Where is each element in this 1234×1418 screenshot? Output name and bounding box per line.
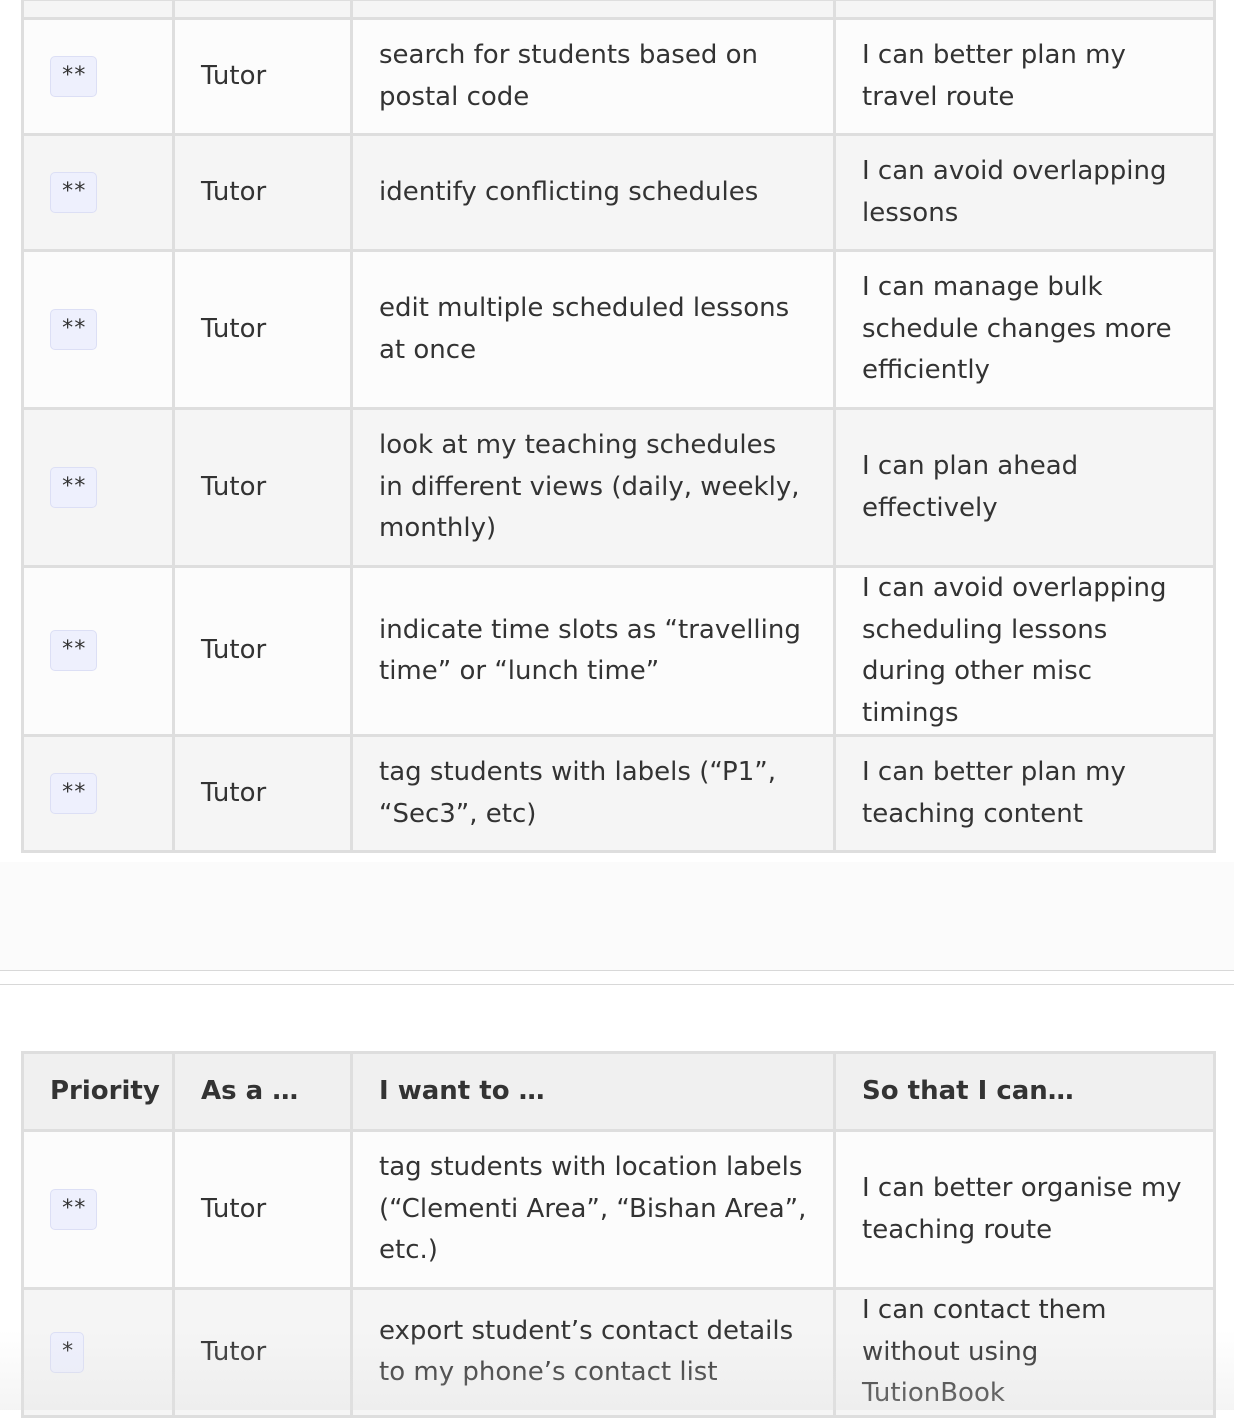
priority-cell: **	[21, 1129, 175, 1290]
benefit-cell: I can avoid overlapping lessons	[833, 133, 1216, 252]
table-row: ** Tutor tag students with location labe…	[21, 1129, 1216, 1290]
want-cell: search for students based on postal code	[350, 17, 836, 136]
header-role: As a …	[172, 1051, 353, 1132]
priority-cell: **	[21, 407, 175, 568]
table-row-partial	[21, 0, 1216, 20]
table-row: ** Tutor search for students based on po…	[21, 17, 1216, 136]
table-row: * Tutor export student’s contact details…	[21, 1287, 1216, 1418]
table-header-row: Priority As a … I want to … So that I ca…	[21, 1051, 1216, 1132]
priority-badge: **	[50, 171, 97, 213]
priority-cell: **	[21, 17, 175, 136]
want-cell: tag students with location labels (“Clem…	[350, 1129, 836, 1290]
benefit-cell: I can contact them without using TutionB…	[833, 1287, 1216, 1418]
user-stories-table: Priority As a … I want to … So that I ca…	[21, 1051, 1216, 1418]
want-cell: tag students with labels (“P1”, “Sec3”, …	[350, 734, 836, 853]
horizontal-rule	[0, 984, 1234, 985]
role-cell: Tutor	[172, 407, 353, 568]
benefit-cell: I can better plan my travel route	[833, 17, 1216, 136]
header-want: I want to …	[350, 1051, 836, 1132]
role-cell: Tutor	[172, 565, 353, 737]
table-row: ** Tutor identify conflicting schedules …	[21, 133, 1216, 252]
table-row: ** Tutor tag students with labels (“P1”,…	[21, 734, 1216, 853]
priority-cell: **	[21, 734, 175, 853]
priority-badge: **	[50, 630, 97, 672]
table-row: ** Tutor look at my teaching schedules i…	[21, 407, 1216, 568]
role-cell: Tutor	[172, 17, 353, 136]
priority-badge: **	[50, 466, 97, 508]
priority-cell: **	[21, 249, 175, 410]
horizontal-rule	[0, 970, 1234, 971]
want-cell: edit multiple scheduled lessons at once	[350, 249, 836, 410]
table-row: ** Tutor edit multiple scheduled lessons…	[21, 249, 1216, 410]
want-cell: identify conflicting schedules	[350, 133, 836, 252]
priority-badge: *	[50, 1331, 85, 1373]
role-cell: Tutor	[172, 1287, 353, 1418]
benefit-cell: I can better plan my teaching content	[833, 734, 1216, 853]
priority-badge: **	[50, 1188, 97, 1230]
benefit-cell: I can avoid overlapping scheduling lesso…	[833, 565, 1216, 737]
role-cell: Tutor	[172, 1129, 353, 1290]
priority-badge: **	[50, 772, 97, 814]
priority-badge: **	[50, 308, 97, 350]
priority-badge: **	[50, 55, 97, 97]
role-cell: Tutor	[172, 133, 353, 252]
header-priority: Priority	[21, 1051, 175, 1132]
role-cell: Tutor	[172, 249, 353, 410]
benefit-cell: I can better organise my teaching route	[833, 1129, 1216, 1290]
header-benefit: So that I can…	[833, 1051, 1216, 1132]
want-cell: look at my teaching schedules in differe…	[350, 407, 836, 568]
role-cell: Tutor	[172, 734, 353, 853]
want-cell: indicate time slots as “travelling time”…	[350, 565, 836, 737]
user-stories-table-continued: ** Tutor search for students based on po…	[21, 0, 1216, 853]
priority-cell: **	[21, 133, 175, 252]
want-cell: export student’s contact details to my p…	[350, 1287, 836, 1418]
table-row: ** Tutor indicate time slots as “travell…	[21, 565, 1216, 737]
benefit-cell: I can plan ahead effectively	[833, 407, 1216, 568]
priority-cell: **	[21, 565, 175, 737]
benefit-cell: I can manage bulk schedule changes more …	[833, 249, 1216, 410]
section-spacer	[0, 862, 1234, 970]
priority-cell: *	[21, 1287, 175, 1418]
